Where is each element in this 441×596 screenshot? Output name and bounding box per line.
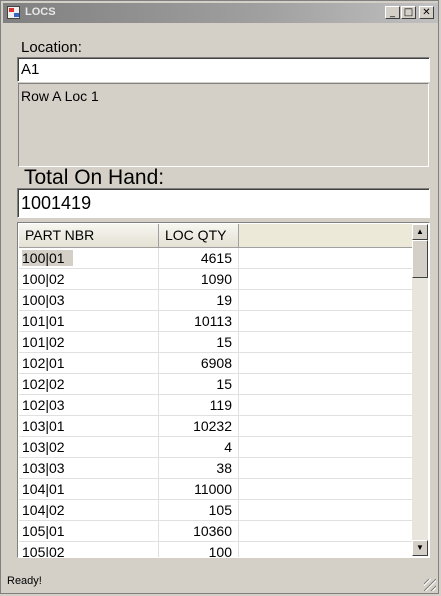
maximize-button[interactable]: □ [401, 6, 416, 19]
part-nbr-cell[interactable]: 104|01 [19, 479, 159, 499]
table-row[interactable]: 102|02 15 [19, 374, 413, 395]
part-nbr-cell[interactable]: 100|03 [19, 290, 159, 310]
scroll-up-arrow-icon[interactable]: ▲ [412, 224, 428, 240]
table-row[interactable]: 104|01 11000 [19, 479, 413, 500]
part-nbr-cell[interactable]: 101|01 [19, 311, 159, 331]
resize-grip-icon[interactable] [424, 579, 436, 591]
window-title: LOCS [25, 6, 56, 18]
grid-rows: 100|01 4615 100|02 1090 100|03 19 101|01 10113 1… [19, 248, 413, 558]
table-row[interactable]: 100|03 19 [19, 290, 413, 311]
status-text: Ready! [7, 575, 42, 587]
app-icon[interactable] [7, 6, 20, 19]
part-nbr-text: 103|03 [22, 460, 65, 476]
grid-header: PART NBR LOC QTY [19, 224, 413, 248]
scroll-down-arrow-icon[interactable]: ▼ [412, 540, 428, 556]
part-nbr-text: 102|01 [22, 355, 65, 371]
location-description-box: Row A Loc 1 [18, 83, 429, 167]
table-row[interactable]: 102|01 6908 [19, 353, 413, 374]
table-row[interactable]: 105|02 100 [19, 542, 413, 558]
part-nbr-cell[interactable]: 105|02 [19, 542, 159, 558]
part-nbr-cell[interactable]: 103|02 [19, 437, 159, 457]
part-nbr-cell[interactable]: 102|01 [19, 353, 159, 373]
loc-qty-cell[interactable]: 38 [159, 458, 239, 478]
scroll-thumb[interactable] [412, 240, 428, 278]
part-nbr-cell[interactable]: 100|01 [19, 248, 159, 268]
part-nbr-text: 103|01 [22, 418, 65, 434]
part-nbr-cell[interactable]: 102|03 [19, 395, 159, 415]
location-value: A1 [21, 61, 40, 78]
loc-qty-cell[interactable]: 119 [159, 395, 239, 415]
title-bar[interactable]: LOCS _ □ ✕ [3, 3, 438, 23]
table-row[interactable]: 104|02 105 [19, 500, 413, 521]
loc-qty-cell[interactable]: 4615 [159, 248, 239, 268]
part-nbr-text: 102|03 [22, 397, 65, 413]
total-on-hand-label: Total On Hand: [24, 166, 165, 189]
loc-qty-cell[interactable]: 4 [159, 437, 239, 457]
loc-qty-cell[interactable]: 11000 [159, 479, 239, 499]
column-header-loc-qty[interactable]: LOC QTY [159, 224, 239, 247]
part-nbr-text: 104|01 [22, 481, 65, 497]
location-description: Row A Loc 1 [21, 88, 99, 104]
parts-grid[interactable]: PART NBR LOC QTY 100|01 4615 100|02 1090 100… [17, 222, 430, 558]
part-nbr-cell[interactable]: 103|01 [19, 416, 159, 436]
part-nbr-text: 105|01 [22, 523, 65, 539]
part-nbr-text: 104|02 [22, 502, 65, 518]
loc-qty-cell[interactable]: 10360 [159, 521, 239, 541]
table-row[interactable]: 100|01 4615 [19, 248, 413, 269]
table-row[interactable]: 101|02 15 [19, 332, 413, 353]
part-nbr-cell[interactable]: 100|02 [19, 269, 159, 289]
part-nbr-cell[interactable]: 101|02 [19, 332, 159, 352]
location-label: Location: [21, 39, 82, 56]
part-nbr-text: 101|02 [22, 334, 65, 350]
part-nbr-text: 101|01 [22, 313, 65, 329]
part-nbr-cell[interactable]: 103|03 [19, 458, 159, 478]
location-input[interactable]: A1 [17, 57, 430, 82]
loc-qty-cell[interactable]: 6908 [159, 353, 239, 373]
table-row[interactable]: 103|01 10232 [19, 416, 413, 437]
table-row[interactable]: 103|03 38 [19, 458, 413, 479]
table-row[interactable]: 101|01 10113 [19, 311, 413, 332]
loc-qty-cell[interactable]: 100 [159, 542, 239, 557]
loc-qty-cell[interactable]: 15 [159, 332, 239, 352]
status-bar: Ready! [3, 569, 438, 593]
part-nbr-text: 100|01 [22, 250, 73, 266]
app-window: LOCS _ □ ✕ Location: A1 Row A Loc 1 Tota… [0, 0, 439, 594]
table-row[interactable]: 102|03 119 [19, 395, 413, 416]
part-nbr-text: 100|03 [22, 292, 65, 308]
part-nbr-cell[interactable]: 102|02 [19, 374, 159, 394]
close-button[interactable]: ✕ [419, 6, 434, 19]
loc-qty-cell[interactable]: 19 [159, 290, 239, 310]
table-row[interactable]: 105|01 10360 [19, 521, 413, 542]
loc-qty-cell[interactable]: 1090 [159, 269, 239, 289]
table-row[interactable]: 100|02 1090 [19, 269, 413, 290]
part-nbr-text: 103|02 [22, 439, 65, 455]
part-nbr-cell[interactable]: 104|02 [19, 500, 159, 520]
loc-qty-cell[interactable]: 10113 [159, 311, 239, 331]
part-nbr-text: 100|02 [22, 271, 65, 287]
part-nbr-text: 102|02 [22, 376, 65, 392]
loc-qty-cell[interactable]: 15 [159, 374, 239, 394]
table-row[interactable]: 103|02 4 [19, 437, 413, 458]
total-on-hand-field[interactable]: 1001419 [17, 188, 430, 218]
loc-qty-cell[interactable]: 10232 [159, 416, 239, 436]
loc-qty-cell[interactable]: 105 [159, 500, 239, 520]
column-header-part-nbr[interactable]: PART NBR [19, 224, 159, 247]
vertical-scrollbar[interactable]: ▲ ▼ [412, 224, 428, 556]
part-nbr-cell[interactable]: 105|01 [19, 521, 159, 541]
part-nbr-text: 105|02 [22, 544, 65, 558]
minimize-button[interactable]: _ [385, 6, 400, 19]
total-on-hand-value: 1001419 [21, 193, 92, 213]
